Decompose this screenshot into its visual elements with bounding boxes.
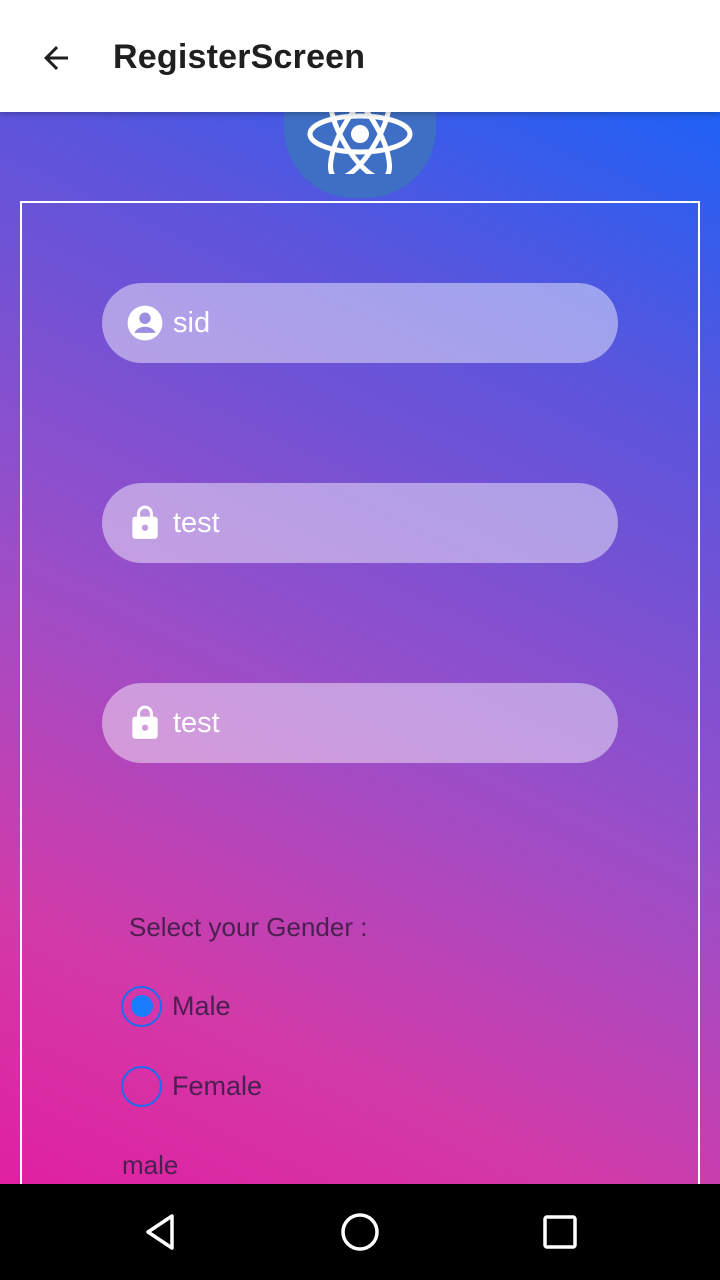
nav-back-button[interactable] xyxy=(120,1202,200,1262)
confirm-password-input[interactable]: test xyxy=(102,683,618,763)
radio-button-checked[interactable] xyxy=(121,985,162,1027)
account-circle-icon xyxy=(126,304,164,342)
lock-icon xyxy=(126,704,164,742)
confirm-password-value: test xyxy=(173,706,220,739)
radio-option-female[interactable]: Female xyxy=(121,1065,262,1107)
username-input[interactable]: sid xyxy=(102,283,618,363)
lock-icon xyxy=(126,504,164,542)
password-input[interactable]: test xyxy=(102,483,618,563)
app-bar: RegisterScreen xyxy=(0,0,720,112)
radio-label: Female xyxy=(172,1070,263,1101)
nav-recents-button[interactable] xyxy=(520,1202,600,1262)
arrow-left-icon xyxy=(44,46,68,70)
radio-label: Male xyxy=(172,990,231,1021)
gender-label: Select your Gender : xyxy=(129,912,368,942)
nav-home-icon xyxy=(341,1213,379,1251)
radio-button-unchecked[interactable] xyxy=(121,1065,162,1107)
nav-back-icon xyxy=(146,1214,174,1250)
screen: RegisterScreen sid test test Select your… xyxy=(0,0,720,1184)
back-button[interactable] xyxy=(24,30,88,86)
password-value: test xyxy=(173,506,220,539)
username-value: sid xyxy=(173,306,211,339)
page-title: RegisterScreen xyxy=(113,38,366,76)
radio-option-male[interactable]: Male xyxy=(121,985,231,1027)
selected-gender-value: male xyxy=(122,1150,179,1180)
nav-home-button[interactable] xyxy=(320,1202,400,1262)
nav-recents-icon xyxy=(543,1215,577,1249)
system-nav-bar xyxy=(0,1184,720,1280)
